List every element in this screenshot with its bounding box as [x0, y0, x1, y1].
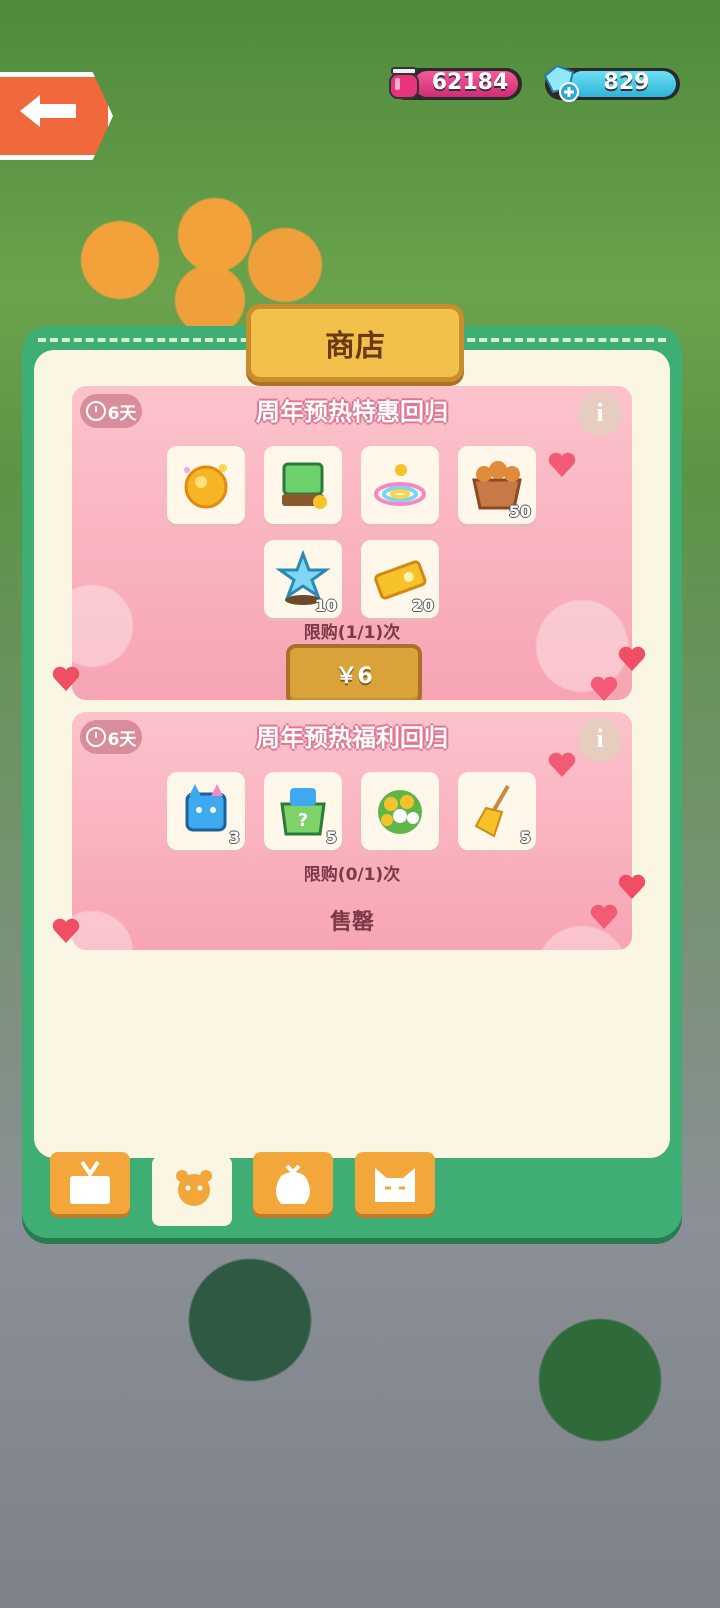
pack-title: 周年预热特惠回归	[256, 398, 448, 426]
heart-icon	[618, 646, 646, 671]
purchase-limit: 限购(1/1)次	[303, 623, 401, 643]
pack-item[interactable]	[361, 446, 439, 524]
cat-face-tab-icon	[375, 1168, 415, 1202]
broom-icon	[474, 784, 510, 838]
heart-icon	[590, 676, 618, 701]
shop-title: 商店	[325, 329, 385, 364]
sold-out-label: 售罄	[329, 910, 374, 935]
svg-text:?: ?	[298, 810, 308, 831]
info-button[interactable]: i	[578, 718, 622, 762]
gold-orb-icon	[184, 464, 228, 509]
heart-icon	[618, 874, 646, 899]
gift-box-tab-icon	[70, 1160, 110, 1204]
info-icon: i	[596, 724, 604, 753]
info-icon: i	[596, 398, 604, 427]
pack-title: 周年预热福利回归	[256, 724, 448, 752]
shop-title-plate: 商店	[246, 304, 464, 382]
price-label: ￥6	[335, 664, 373, 689]
tab-cat-face[interactable]	[355, 1152, 435, 1214]
pack-item[interactable]: 50	[458, 446, 536, 524]
buy-button[interactable]: ￥6	[286, 644, 422, 700]
heart-icon	[548, 452, 576, 477]
flower-bouquet-icon	[378, 790, 422, 834]
tab-money-bag[interactable]	[253, 1152, 333, 1214]
crystal-counter[interactable]: 829	[543, 64, 680, 102]
blue-cat-box-icon	[185, 784, 227, 832]
gem-count: 62184	[431, 70, 509, 95]
crystal-count: 829	[603, 70, 650, 95]
pack-card: 6天 周年预热福利回归 i 3 ? 5 5 限购(0/1)次 售罄	[72, 712, 632, 950]
heart-icon	[52, 918, 80, 943]
gem-counter[interactable]: 62184	[389, 67, 522, 100]
pack-item[interactable]: 20	[361, 540, 439, 618]
crystal-plus-icon	[543, 64, 579, 102]
green-cube-chest-icon	[282, 462, 327, 509]
pack-item[interactable]: ? 5	[264, 772, 342, 850]
pack-item[interactable]: 5	[458, 772, 536, 850]
info-button[interactable]: i	[578, 392, 622, 436]
pack-item[interactable]: 10	[264, 540, 342, 618]
back-button[interactable]	[0, 72, 113, 160]
back-arrow-icon	[20, 95, 76, 127]
tab-bear-face[interactable]	[152, 1156, 232, 1226]
heart-icon	[52, 666, 80, 691]
money-bag-tab-icon	[276, 1164, 310, 1204]
tab-gift-box[interactable]	[50, 1152, 130, 1214]
pack-item[interactable]	[264, 446, 342, 524]
pink-jar-icon	[389, 67, 419, 99]
pack-item[interactable]: 3	[167, 772, 245, 850]
heart-icon	[590, 904, 618, 929]
mystery-bag-icon: ?	[280, 788, 326, 836]
bear-face-tab-icon	[176, 1170, 212, 1206]
rainbow-swirl-icon	[374, 464, 426, 506]
purchase-limit: 限购(0/1)次	[303, 865, 401, 885]
pack-card: 6天 周年预热特惠回归 i 50 10 20 限购(1/1)次 ￥6	[72, 386, 632, 700]
pack-item[interactable]	[361, 772, 439, 850]
heart-icon	[548, 752, 576, 777]
pack-item[interactable]	[167, 446, 245, 524]
